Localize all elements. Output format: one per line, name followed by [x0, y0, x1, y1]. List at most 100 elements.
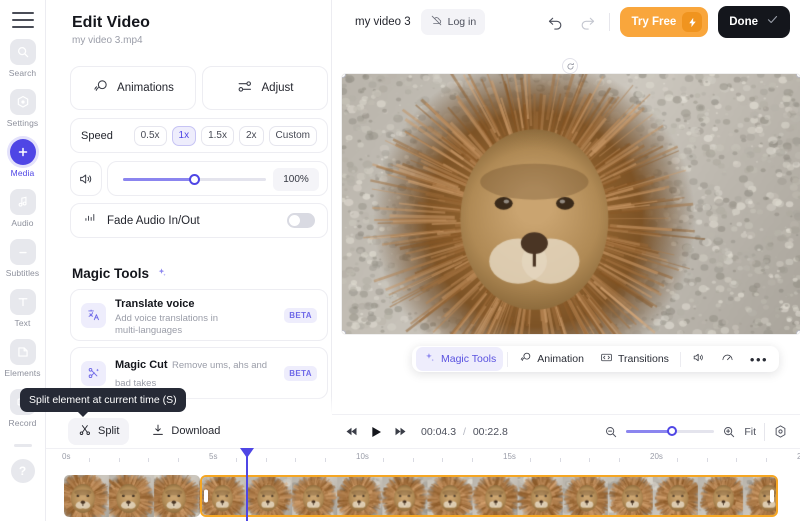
rewind-icon[interactable]: [344, 424, 359, 439]
tool-name: Magic Cut: [115, 359, 168, 371]
timeline-clip[interactable]: [64, 475, 200, 517]
fade-audio-row: Fade Audio In/Out: [70, 203, 328, 238]
animations-button[interactable]: Animations: [70, 66, 196, 110]
element-floating-toolbar: Magic Tools Animation Transitions •••: [412, 346, 779, 372]
speed-label: Speed: [81, 130, 113, 142]
timeline-zoom-slider[interactable]: [626, 430, 714, 433]
speed-option-2x[interactable]: 2x: [239, 126, 264, 146]
cloud-off-icon: [430, 14, 443, 30]
help-icon[interactable]: ?: [11, 459, 35, 483]
sidebar-item-label: Text: [15, 318, 31, 328]
rotate-handle-icon[interactable]: [562, 58, 578, 74]
sidebar-item-text[interactable]: Text: [0, 289, 46, 328]
zoom-out-icon[interactable]: [604, 425, 618, 439]
done-label: Done: [729, 16, 758, 28]
download-label: Download: [171, 425, 220, 437]
sidebar-item-audio[interactable]: Audio: [0, 189, 46, 228]
ruler-label: 10s: [356, 452, 369, 461]
badge-beta: BETA: [284, 366, 317, 381]
video-editor-app: Search Settings Media Audio Subtitles Text Ele…: [0, 0, 800, 521]
speed-option-0-5x[interactable]: 0.5x: [134, 126, 167, 146]
total-time: 00:22.8: [473, 426, 508, 438]
resize-handle-tr[interactable]: [796, 74, 800, 78]
tool-description: Add voice translations in multi-language…: [115, 313, 233, 337]
clip-handle-right[interactable]: [770, 490, 774, 503]
ruler-label: 5s: [209, 452, 217, 461]
split-button[interactable]: Split: [68, 418, 129, 445]
lightning-bolt-icon: [682, 12, 702, 32]
video-preview[interactable]: [342, 74, 800, 334]
login-label: Log in: [448, 16, 477, 28]
floating-animation-button[interactable]: Animation: [512, 347, 591, 371]
sidebar-items: Search Settings Media Audio Subtitles Text Ele…: [0, 28, 46, 428]
mute-button[interactable]: [70, 161, 102, 196]
zoom-fill: [626, 430, 672, 433]
done-button[interactable]: Done: [718, 6, 790, 38]
transport-bar: 00:04.3 / 00:22.8 Fit: [332, 414, 800, 448]
fit-button[interactable]: Fit: [744, 426, 756, 438]
login-button[interactable]: Log in: [421, 9, 486, 35]
clip-handle-left[interactable]: [204, 490, 208, 503]
floating-volume-button[interactable]: [685, 347, 712, 371]
timeline-settings-icon[interactable]: [773, 424, 788, 439]
sidebar-item-label: Media: [11, 168, 35, 178]
resize-handle-bl[interactable]: [342, 330, 346, 334]
ruler-tick: [266, 458, 267, 462]
playhead-handle-icon[interactable]: [240, 448, 254, 458]
zoom-knob[interactable]: [667, 426, 677, 436]
magic-tools-heading: Magic Tools: [72, 266, 149, 281]
ruler-tick: [148, 458, 149, 462]
timeline[interactable]: 0s5s10s15s20s25s: [46, 448, 800, 521]
playhead[interactable]: [246, 449, 248, 521]
sidebar-item-subtitles[interactable]: Subtitles: [0, 239, 46, 278]
current-time: 00:04.3: [421, 426, 456, 438]
sparkle-icon: [156, 266, 167, 281]
hamburger-icon[interactable]: [12, 12, 34, 28]
sidebar-item-search[interactable]: Search: [0, 39, 46, 78]
sidebar-item-media[interactable]: Media: [0, 139, 46, 178]
volume-knob[interactable]: [189, 174, 200, 185]
ruler-label: 20s: [650, 452, 663, 461]
floating-more-button[interactable]: •••: [743, 348, 775, 371]
floating-magic-tools-button[interactable]: Magic Tools: [416, 347, 503, 371]
redo-arrow-icon[interactable]: [577, 11, 599, 33]
try-free-label: Try Free: [632, 16, 677, 28]
sidebar-rail: Search Settings Media Audio Subtitles Text Ele…: [0, 0, 46, 521]
subtitles-icon: [10, 239, 36, 265]
equalizer-icon: [83, 211, 97, 230]
animations-label: Animations: [117, 82, 174, 94]
ruler-tick: [677, 458, 678, 462]
zoom-in-icon[interactable]: [722, 425, 736, 439]
speedometer-icon: [721, 351, 734, 367]
speed-option-Custom[interactable]: Custom: [269, 126, 317, 146]
undo-arrow-icon[interactable]: [545, 11, 567, 33]
volume-icon: [71, 162, 101, 195]
volume-fill: [123, 178, 195, 181]
sidebar-item-label: Audio: [11, 218, 33, 228]
resize-handle-br[interactable]: [796, 330, 800, 334]
floating-divider: [507, 352, 508, 367]
volume-value-box: 100%: [273, 168, 319, 191]
sidebar-item-settings[interactable]: Settings: [0, 89, 46, 128]
speed-option-1x[interactable]: 1x: [172, 126, 197, 146]
try-free-button[interactable]: Try Free: [620, 7, 709, 37]
sidebar-item-label: Record: [8, 418, 36, 428]
sidebar-item-elements[interactable]: Elements: [0, 339, 46, 378]
timeline-ruler[interactable]: 0s5s10s15s20s25s: [46, 449, 800, 469]
document-name[interactable]: my video 3: [355, 16, 411, 28]
magic-tools-heading-wrap: Magic Tools: [72, 266, 167, 281]
timeline-track[interactable]: [46, 471, 800, 521]
floating-transitions-button[interactable]: Transitions: [593, 347, 676, 371]
fast-forward-icon[interactable]: [393, 424, 408, 439]
gear-icon: [10, 89, 36, 115]
adjust-button[interactable]: Adjust: [202, 66, 328, 110]
fade-audio-toggle[interactable]: [287, 213, 315, 228]
play-icon[interactable]: [368, 424, 384, 440]
tool-translate-voice[interactable]: Translate voice Add voice translations i…: [70, 289, 328, 341]
panel-footer: Split Download: [46, 414, 332, 448]
timeline-clip-selected[interactable]: [200, 475, 778, 517]
floating-speed-button[interactable]: [714, 347, 741, 371]
sidebar-item-label: Subtitles: [6, 268, 40, 278]
speed-option-1-5x[interactable]: 1.5x: [201, 126, 234, 146]
download-button[interactable]: Download: [141, 418, 230, 445]
